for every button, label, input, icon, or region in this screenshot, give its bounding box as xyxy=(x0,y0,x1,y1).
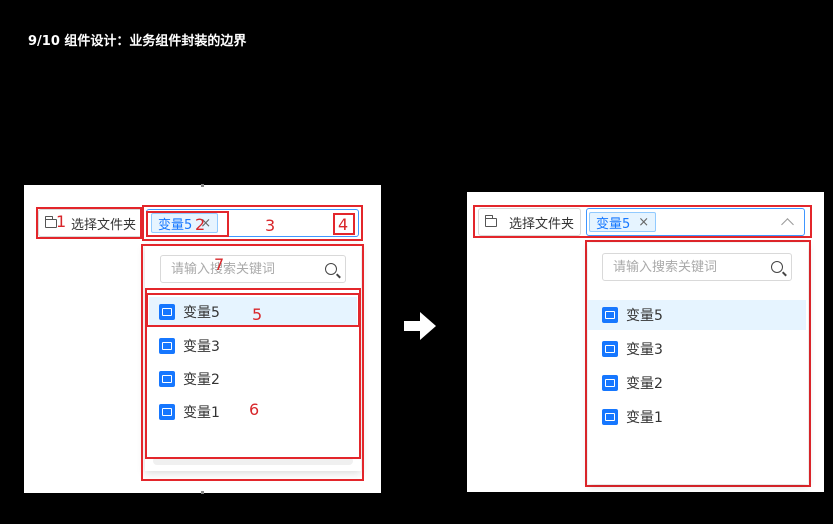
annotation-label-6: 6 xyxy=(249,400,260,419)
variable-select[interactable]: 变量5 × xyxy=(586,208,805,236)
list-item[interactable]: 变量5 xyxy=(588,300,806,330)
variable-icon xyxy=(602,409,618,425)
select-folder-label: 选择文件夹 xyxy=(509,216,575,232)
select-folder-button[interactable]: 选择文件夹 xyxy=(478,208,582,236)
annotation-label-1: 1 xyxy=(56,212,67,231)
right-arrow-icon xyxy=(404,312,436,340)
variable-icon xyxy=(602,307,618,323)
close-icon[interactable]: × xyxy=(638,215,649,230)
list-item[interactable]: 变量1 xyxy=(588,402,806,432)
annotation-label-4: 4 xyxy=(338,215,349,234)
resize-anchor xyxy=(201,184,204,187)
selected-tag-label: 变量5 xyxy=(596,216,631,232)
search-icon[interactable] xyxy=(771,261,783,273)
annotation-label-3: 3 xyxy=(265,216,276,235)
annotation-label-5: 5 xyxy=(252,305,263,324)
slide-title: 9/10 组件设计：业务组件封装的边界 xyxy=(28,34,247,49)
dropdown-panel: 变量5 变量3 变量2 变量1 xyxy=(588,243,808,484)
annotation-box-2 xyxy=(146,211,229,237)
variable-icon xyxy=(602,341,618,357)
clean-component-panel: 选择文件夹 变量5 × 变量5 变量3 变量2 变量1 xyxy=(467,192,824,492)
search-input[interactable] xyxy=(611,258,771,276)
annotation-label-2: 2 xyxy=(195,215,206,234)
list-item-label: 变量1 xyxy=(626,410,663,426)
variable-icon xyxy=(602,375,618,391)
list-item-label: 变量3 xyxy=(626,342,663,358)
selected-tag: 变量5 × xyxy=(589,212,657,232)
annotated-component-panel: 选择文件夹 1 变量5 × 2 3 4 变量5 变量3 变量2 变 xyxy=(24,184,381,494)
list-item[interactable]: 变量2 xyxy=(588,368,806,398)
folder-icon xyxy=(484,214,497,227)
annotation-box-1 xyxy=(36,207,142,239)
list-item[interactable]: 变量3 xyxy=(588,334,806,364)
list-item-label: 变量2 xyxy=(626,376,663,392)
chevron-up-icon[interactable] xyxy=(781,218,794,231)
list-item-label: 变量5 xyxy=(626,308,663,324)
search-field[interactable] xyxy=(602,253,792,281)
annotation-label-7: 7 xyxy=(214,255,225,274)
resize-anchor xyxy=(201,491,204,494)
